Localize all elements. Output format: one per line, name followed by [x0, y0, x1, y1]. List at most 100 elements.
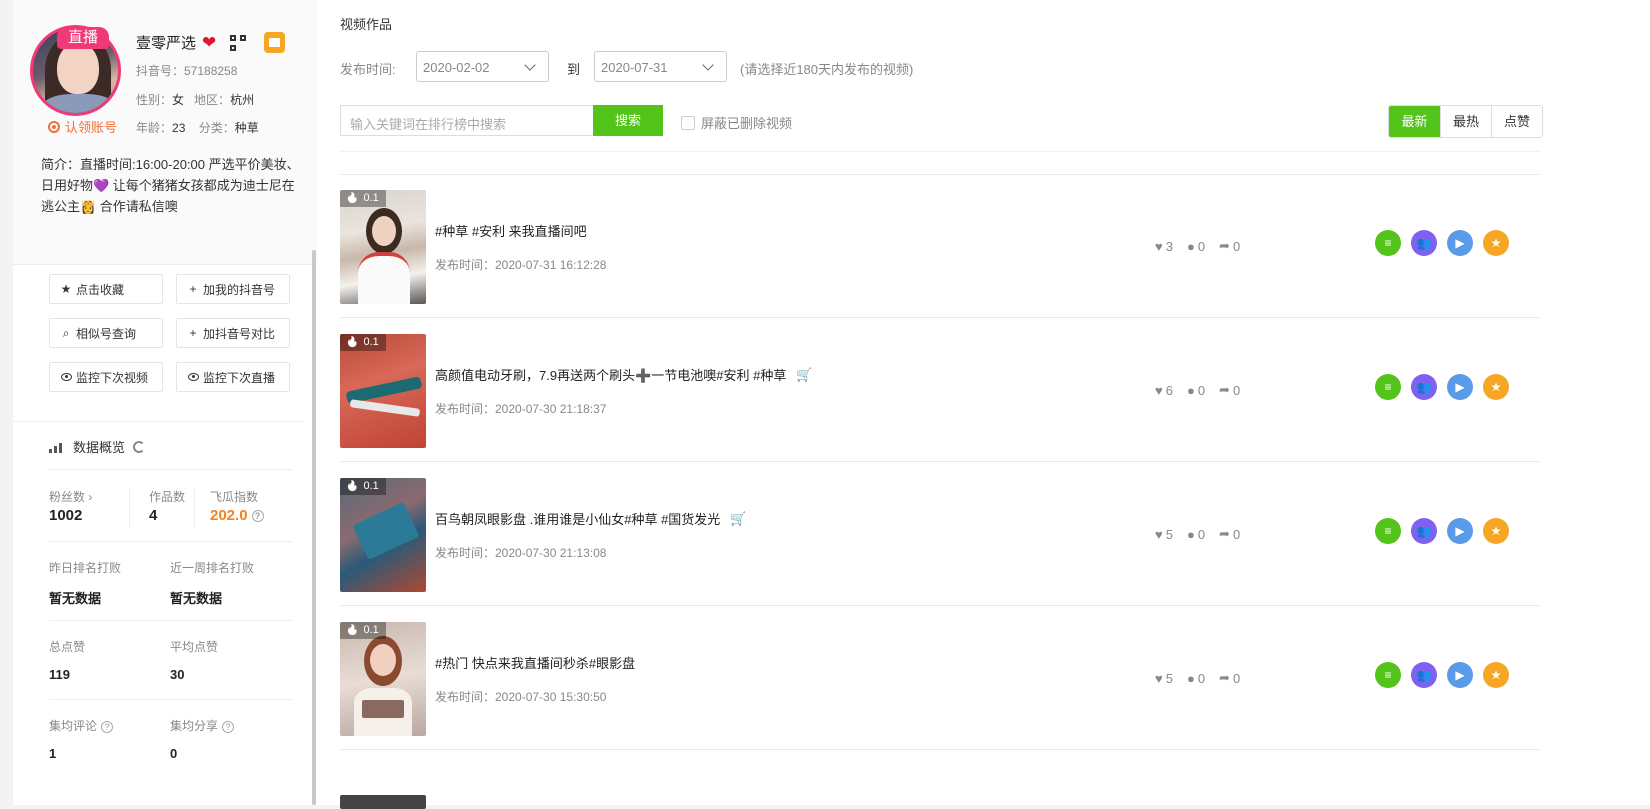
divider — [49, 469, 292, 470]
hot-score: 0.1 — [340, 334, 386, 351]
comment-icon: ● — [1186, 526, 1195, 542]
heart-icon: ♥ — [1155, 238, 1163, 254]
sort-tabs: 最新 最热 点赞 — [1388, 105, 1543, 138]
audience-icon[interactable]: 👥 — [1411, 230, 1437, 256]
search-input[interactable]: 输入关键词在排行榜中搜索 — [340, 105, 594, 136]
index-label: 飞瓜指数 — [210, 490, 259, 504]
sort-hottest[interactable]: 最热 — [1440, 106, 1491, 137]
star-icon[interactable]: ★ — [1483, 374, 1509, 400]
video-thumbnail[interactable]: 0.1 — [340, 622, 426, 736]
comments-stat: ● 0 — [1187, 527, 1205, 542]
divider — [194, 488, 195, 528]
help-icon[interactable]: ? — [251, 510, 264, 523]
audience-icon[interactable]: 👥 — [1411, 374, 1437, 400]
likes-stat: ♥ 3 — [1155, 239, 1173, 254]
details-icon[interactable]: ≡ — [1375, 518, 1401, 544]
avg-likes-label: 平均点赞 — [170, 640, 219, 654]
cart-icon[interactable]: 🛒 — [796, 367, 812, 383]
details-icon[interactable]: ≡ — [1375, 374, 1401, 400]
likes-stat: ♥ 5 — [1155, 671, 1173, 686]
similar-label: 相似号查询 — [76, 326, 137, 341]
rank-week-value: 暂无数据 — [170, 591, 223, 606]
video-thumbnail[interactable]: 0.1 — [340, 334, 426, 448]
search-icon: ⌕ — [62, 325, 70, 340]
audience-icon[interactable]: 👥 — [1411, 518, 1437, 544]
comment-icon: ● — [1186, 382, 1195, 398]
details-icon[interactable]: ≡ — [1375, 230, 1401, 256]
similar-search-button[interactable]: ⌕ 相似号查询 — [49, 318, 163, 348]
play-icon[interactable]: ▶ — [1447, 230, 1473, 256]
fans-value: 1002 — [49, 507, 83, 524]
search-button[interactable]: 搜索 — [593, 105, 663, 136]
likes-count: 5 — [1165, 526, 1173, 542]
sidebar-scrollbar[interactable] — [312, 250, 316, 805]
rank-week-label: 近一周排名打败 — [170, 561, 255, 575]
share-icon: ➦ — [1219, 238, 1230, 253]
sort-latest[interactable]: 最新 — [1389, 106, 1440, 137]
category-value: 种草 — [234, 121, 259, 135]
video-stats: ♥ 5 ● 0 ➦ 0 — [1155, 526, 1240, 542]
star-icon[interactable]: ★ — [1483, 662, 1509, 688]
video-actions: ≡ 👥 ▶ ★ — [1375, 662, 1509, 688]
likes-count: 5 — [1165, 670, 1173, 686]
claim-account-link[interactable]: 认领账号 — [48, 117, 117, 136]
video-stats: ♥ 5 ● 0 ➦ 0 — [1155, 670, 1240, 686]
to-label: 到 — [567, 62, 581, 77]
video-time: 发布时间：2020-07-30 15:30:50 — [435, 690, 607, 704]
claim-label: 认领账号 — [65, 120, 118, 135]
star-icon[interactable]: ★ — [1483, 518, 1509, 544]
audience-icon[interactable]: 👥 — [1411, 662, 1437, 688]
help-icon[interactable]: ? — [222, 720, 235, 733]
monitor-video-button[interactable]: 监控下次视频 — [49, 362, 163, 392]
play-icon[interactable]: ▶ — [1447, 662, 1473, 688]
sort-likes[interactable]: 点赞 — [1491, 106, 1542, 137]
refresh-icon[interactable] — [133, 440, 146, 453]
store-icon[interactable] — [264, 32, 286, 53]
date-from-picker[interactable]: 2020-02-02 — [416, 51, 549, 82]
help-icon[interactable]: ? — [101, 720, 114, 733]
compare-button[interactable]: + 加抖音号对比 — [176, 318, 290, 348]
plus-icon: + — [189, 326, 197, 340]
video-stats: ♥ 3 ● 0 ➦ 0 — [1155, 238, 1240, 254]
play-icon[interactable]: ▶ — [1447, 518, 1473, 544]
comments-stat: ● 0 — [1187, 239, 1205, 254]
target-icon — [48, 120, 60, 133]
compare-label: 加抖音号对比 — [203, 326, 276, 341]
checkbox-box[interactable] — [681, 115, 695, 130]
video-row[interactable]: 0.1 #热门 快点来我直播间秒杀#眼影盘 发布时间：2020-07-30 15… — [340, 607, 1540, 750]
add-account-label: 加我的抖音号 — [203, 282, 276, 297]
publish-time-label: 发布时间: — [340, 62, 396, 77]
video-title[interactable]: 百鸟朝凤眼影盘 .谁用谁是小仙女#种草 #国货发光 🛒 — [435, 509, 746, 528]
monitor-live-button[interactable]: 监控下次直播 — [176, 362, 290, 392]
video-row[interactable]: 0.1 高颜值电动牙刷，7.9再送两个刷头➕一节电池噢#安利 #种草 🛒 发布时间… — [340, 319, 1540, 462]
video-thumbnail[interactable]: 0.1 — [340, 190, 426, 304]
date-to-picker[interactable]: 2020-07-31 — [594, 51, 727, 82]
video-row[interactable]: 0.1 百鸟朝凤眼影盘 .谁用谁是小仙女#种草 #国货发光 🛒 发布时间：2020… — [340, 463, 1540, 606]
video-title[interactable]: #种草 #安利 来我直播间吧 — [435, 221, 587, 240]
video-title[interactable]: 高颜值电动牙刷，7.9再送两个刷头➕一节电池噢#安利 #种草 🛒 — [435, 365, 813, 384]
shares-count: 0 — [1232, 238, 1241, 254]
heart-icon: ♥ — [1155, 670, 1163, 686]
play-icon[interactable]: ▶ — [1447, 374, 1473, 400]
star-icon[interactable]: ★ — [1483, 230, 1509, 256]
index-number: 202.0 — [210, 507, 248, 524]
video-thumbnail[interactable]: 0.1 — [340, 478, 426, 592]
live-badge[interactable]: 直播 — [57, 27, 109, 49]
hide-deleted-checkbox[interactable]: 屏蔽已删除视频 — [681, 113, 792, 132]
video-title[interactable]: #热门 快点来我直播间秒杀#眼影盘 — [435, 653, 635, 672]
shares-stat: ➦ 0 — [1219, 238, 1240, 254]
video-thumbnail-partial[interactable] — [340, 795, 426, 809]
comment-icon: ● — [1186, 670, 1195, 686]
video-row[interactable]: 0.1 #种草 #安利 来我直播间吧 发布时间：2020-07-31 16:12… — [340, 175, 1540, 318]
details-icon[interactable]: ≡ — [1375, 662, 1401, 688]
qr-code-icon[interactable] — [230, 34, 247, 51]
cart-icon[interactable]: 🛒 — [730, 511, 746, 527]
comments-count: 0 — [1197, 670, 1206, 686]
works-label: 作品数 — [149, 490, 186, 504]
monitor-live-label: 监控下次直播 — [203, 370, 276, 385]
fans-label[interactable]: 粉丝数 › — [49, 488, 92, 505]
gender-value: 女 — [172, 93, 185, 107]
favorite-label: 点击收藏 — [76, 282, 125, 297]
favorite-button[interactable]: ★ 点击收藏 — [49, 274, 163, 304]
add-account-button[interactable]: + 加我的抖音号 — [176, 274, 290, 304]
